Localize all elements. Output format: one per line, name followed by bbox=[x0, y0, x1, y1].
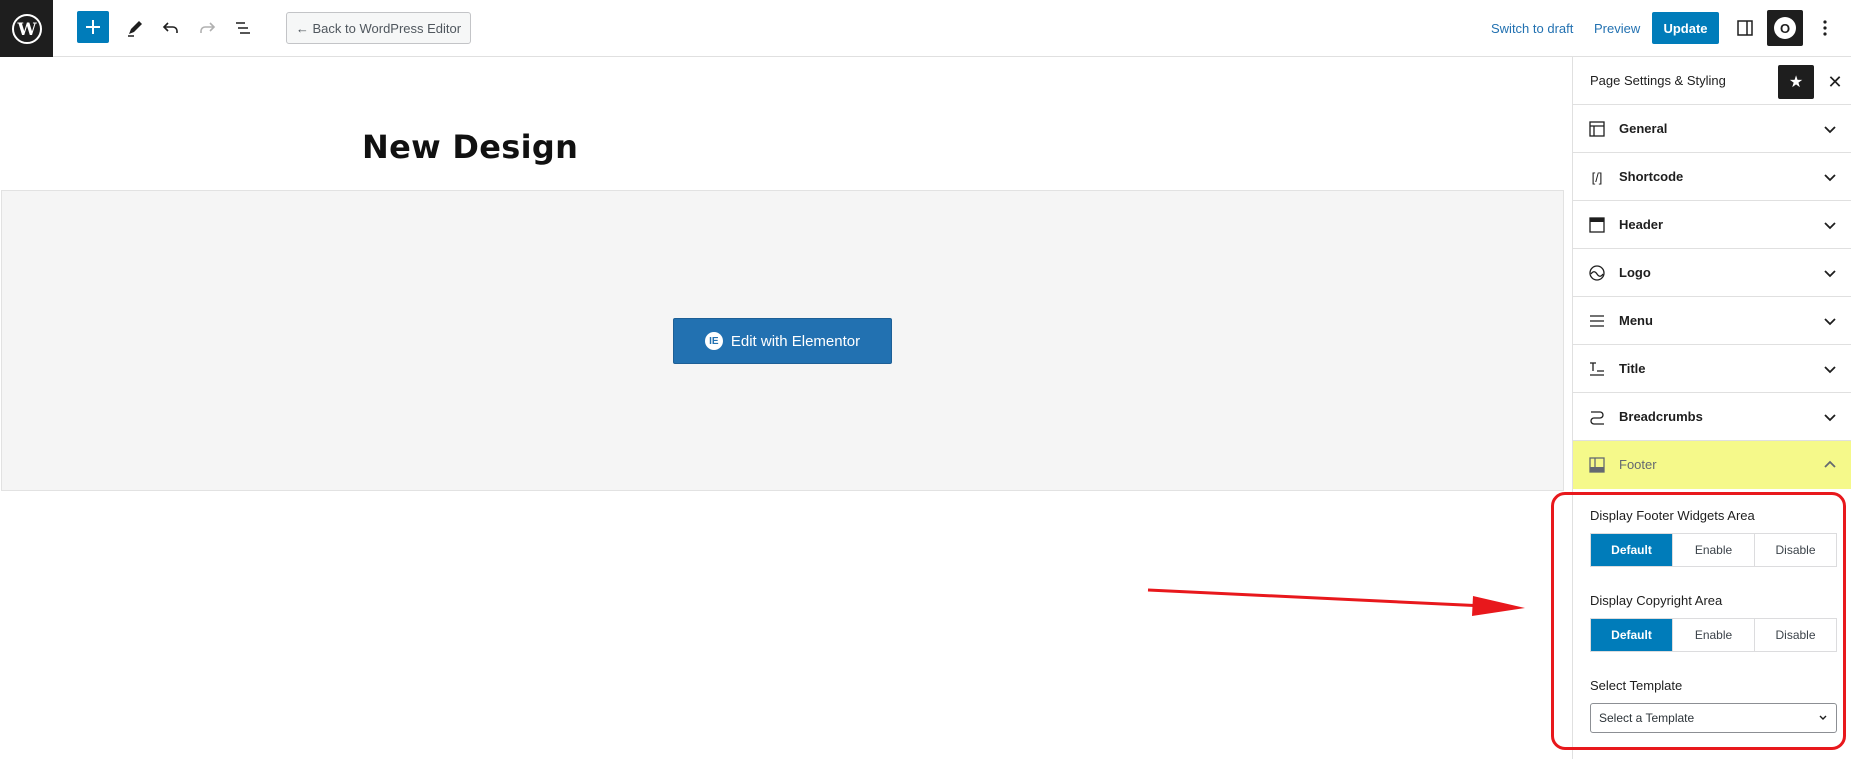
breadcrumbs-icon bbox=[1587, 407, 1607, 427]
panel-label: Footer bbox=[1619, 457, 1657, 472]
page-title[interactable]: New Design bbox=[362, 128, 578, 166]
chevron-down-icon bbox=[1824, 270, 1836, 278]
more-vertical-icon bbox=[1823, 20, 1827, 36]
switch-to-draft-link[interactable]: Switch to draft bbox=[1491, 21, 1573, 36]
panel-header[interactable]: Header bbox=[1573, 201, 1851, 249]
chevron-down-icon bbox=[1824, 174, 1836, 182]
logo-icon bbox=[1587, 263, 1607, 283]
sidebar-icon bbox=[1737, 20, 1753, 36]
annotation-arrow-icon bbox=[1147, 588, 1525, 616]
chevron-down-icon bbox=[1824, 318, 1836, 326]
edit-with-elementor-label: Edit with Elementor bbox=[730, 332, 861, 350]
document-overview-button[interactable] bbox=[227, 12, 259, 44]
panel-label: Menu bbox=[1619, 313, 1653, 328]
redo-icon bbox=[200, 22, 216, 33]
panel-shortcode[interactable]: [/] Shortcode bbox=[1573, 153, 1851, 201]
panel-label: Title bbox=[1619, 361, 1646, 376]
chevron-down-icon bbox=[1824, 126, 1836, 134]
edit-with-elementor-button[interactable]: IE Edit with Elementor bbox=[673, 318, 892, 364]
title-icon bbox=[1587, 359, 1607, 379]
shortcode-icon: [/] bbox=[1591, 169, 1603, 185]
pencil-icon bbox=[128, 21, 142, 37]
undo-button[interactable] bbox=[155, 12, 187, 44]
elementor-icon: IE bbox=[704, 332, 723, 350]
panel-footer[interactable]: Footer bbox=[1573, 441, 1851, 489]
plus-icon bbox=[86, 20, 100, 34]
preview-link[interactable]: Preview bbox=[1594, 21, 1640, 36]
chevron-up-icon bbox=[1824, 460, 1836, 468]
close-icon[interactable]: ✕ bbox=[1823, 67, 1847, 97]
layout-icon bbox=[1587, 119, 1607, 139]
undo-icon bbox=[162, 22, 178, 33]
panel-logo[interactable]: Logo bbox=[1573, 249, 1851, 297]
star-icon[interactable]: ★ bbox=[1778, 65, 1814, 99]
panel-general[interactable]: General bbox=[1573, 105, 1851, 153]
panel-menu[interactable]: Menu bbox=[1573, 297, 1851, 345]
chevron-down-icon bbox=[1824, 366, 1836, 374]
options-menu-button[interactable] bbox=[1809, 12, 1841, 44]
sidebar-title: Page Settings & Styling bbox=[1590, 73, 1726, 88]
panel-label: General bbox=[1619, 121, 1668, 136]
back-to-wordpress-editor-button[interactable]: ← Back to WordPress Editor bbox=[286, 12, 471, 44]
add-block-button[interactable] bbox=[77, 11, 109, 43]
panel-label: Shortcode bbox=[1619, 169, 1684, 184]
update-button[interactable]: Update bbox=[1652, 12, 1719, 44]
sidebar-header: Page Settings & Styling ★ ✕ bbox=[1573, 57, 1851, 105]
chevron-down-icon bbox=[1824, 222, 1836, 230]
redo-button[interactable] bbox=[191, 12, 223, 44]
header-layout-icon bbox=[1587, 215, 1607, 235]
panel-label: Breadcrumbs bbox=[1619, 409, 1703, 424]
list-view-icon bbox=[236, 22, 250, 34]
panel-label: Logo bbox=[1619, 265, 1651, 280]
chevron-down-icon bbox=[1824, 414, 1836, 422]
footer-icon bbox=[1587, 455, 1607, 475]
oceanwp-logo-icon: O bbox=[1774, 17, 1796, 39]
edit-tool-button[interactable] bbox=[119, 12, 151, 44]
annotation-highlight-box bbox=[1551, 492, 1846, 750]
menu-icon bbox=[1587, 311, 1607, 331]
panel-breadcrumbs[interactable]: Breadcrumbs bbox=[1573, 393, 1851, 441]
panel-title[interactable]: Title bbox=[1573, 345, 1851, 393]
settings-sidebar-toggle[interactable] bbox=[1729, 12, 1761, 44]
panel-label: Header bbox=[1619, 217, 1664, 232]
top-toolbar: W ← Back to WordPress Editor Switch to d… bbox=[0, 0, 1851, 57]
svg-text:W: W bbox=[16, 20, 37, 40]
oceanwp-settings-button[interactable]: O bbox=[1767, 10, 1803, 46]
wordpress-logo-icon[interactable]: W bbox=[0, 0, 53, 57]
